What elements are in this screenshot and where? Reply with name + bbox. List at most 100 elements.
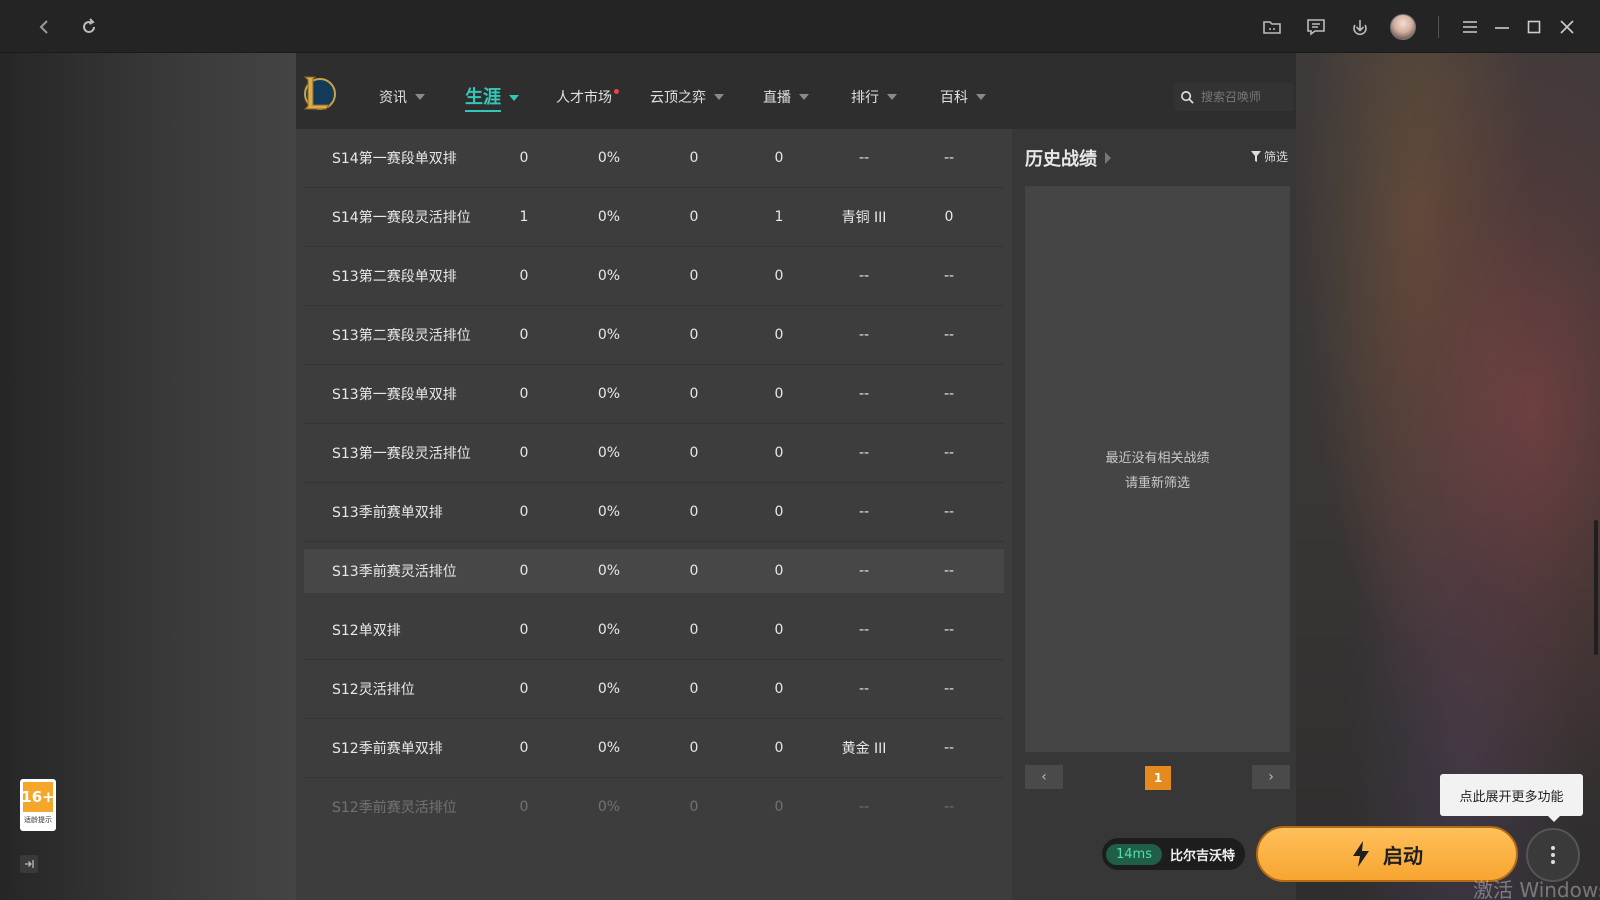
back-icon[interactable] [32,14,58,40]
stat-cell: 0 [519,799,529,815]
launch-label: 启动 [1383,843,1423,868]
refresh-icon[interactable] [76,14,102,40]
stat-cell: 1 [774,209,784,225]
nav-tft-label: 云顶之弈 [650,90,706,106]
filter-button[interactable]: 筛选 [1251,148,1288,165]
filter-icon [1251,151,1261,162]
avatar[interactable] [1390,14,1416,40]
stat-cell: 0 [689,681,699,697]
page-number-current[interactable]: 1 [1145,766,1171,790]
folder-icon[interactable] [1259,14,1285,40]
stat-cell: 0 [774,268,784,284]
stat-cell: 0 [519,150,529,166]
stat-cell: 0 [774,504,784,520]
lol-logo-icon[interactable] [299,73,337,113]
stat-cell: 0% [597,268,621,284]
rank-cell: 青铜 III [841,210,887,226]
more-dot [1551,860,1555,864]
scrollbar[interactable] [1594,520,1598,655]
stat-cell: 0 [519,445,529,461]
maximize-icon[interactable] [1521,14,1547,40]
table-row[interactable]: S13季前赛灵活排位 0 0% 0 0 -- -- [304,549,1004,593]
table-row[interactable]: S12单双排 0 0% 0 0 -- -- [304,601,1004,660]
stat-cell: 0 [774,622,784,638]
rank-cell: -- [858,562,870,579]
stat-cell: -- [943,386,955,402]
stat-cell: 0 [774,740,784,756]
stat-cell: 0 [519,504,529,520]
table-row[interactable]: S13第二赛段灵活排位 0 0% 0 0 -- -- [304,306,1004,365]
stat-cell: 0 [519,327,529,343]
chevron-right-icon [1105,152,1111,164]
table-row[interactable]: S12灵活排位 0 0% 0 0 -- -- [304,660,1004,719]
summoner-search[interactable] [1174,83,1294,111]
champion-art-background [1296,53,1600,900]
season-name: S13第一赛段灵活排位 [332,446,471,462]
minimize-icon[interactable] [1489,14,1515,40]
nav-ranking[interactable]: 排行 [851,87,897,107]
age-rating: 16+ [21,782,55,812]
stat-cell: 0 [689,268,699,284]
chevron-right-icon: › [1268,769,1274,785]
stat-cell: 0 [689,386,699,402]
stat-cell: 0 [519,562,529,579]
server-status[interactable]: 14ms 比尔吉沃特 [1102,838,1245,870]
prev-page-button[interactable]: ‹ [1025,765,1063,789]
rank-cell: -- [858,799,870,815]
close-icon[interactable] [1554,14,1580,40]
nav-career[interactable]: 生涯 [465,83,519,112]
download-icon[interactable] [1347,14,1373,40]
titlebar [0,0,1600,53]
message-icon[interactable] [1303,14,1329,40]
stat-cell: 0 [689,562,699,579]
stat-cell: 0 [519,622,529,638]
stat-cell: 0% [597,681,621,697]
nav-wiki[interactable]: 百科 [940,87,986,107]
season-name: S13第二赛段单双排 [332,269,457,285]
stat-cell: 0% [597,740,621,756]
chevron-down-icon [887,94,897,100]
menu-icon[interactable] [1457,14,1483,40]
nav-talent-market[interactable]: 人才市场 [556,87,619,107]
chevron-down-icon [509,94,519,101]
stat-cell: 0 [774,445,784,461]
match-history-title[interactable]: 历史战绩 [1025,145,1111,171]
nav-live[interactable]: 直播 [763,87,809,107]
season-name: S13第一赛段单双排 [332,387,457,403]
table-row[interactable]: S13第一赛段单双排 0 0% 0 0 -- -- [304,365,1004,424]
stat-cell: 0 [689,622,699,638]
chevron-down-icon [714,94,724,100]
table-row[interactable]: S12季前赛单双排 0 0% 0 0 黄金 III -- [304,719,1004,778]
season-name: S13第二赛段灵活排位 [332,328,471,344]
ping-value: 14ms [1106,843,1162,865]
table-row[interactable]: S14第一赛段灵活排位 1 0% 0 1 青铜 III 0 [304,188,1004,247]
stat-cell: 0 [774,799,784,815]
nav-news-label: 资讯 [379,90,407,106]
table-row[interactable]: S14第一赛段单双排 0 0% 0 0 -- -- [304,129,1004,188]
stat-cell: 1 [519,209,529,225]
table-row[interactable]: S12季前赛灵活排位 0 0% 0 0 -- -- [304,778,1004,837]
stat-cell: 0% [597,209,621,225]
table-row[interactable]: S13第二赛段单双排 0 0% 0 0 -- -- [304,247,1004,306]
nav-live-label: 直播 [763,90,791,106]
next-page-button[interactable]: › [1252,765,1290,789]
nav-news[interactable]: 资讯 [379,87,425,107]
rank-cell: -- [858,386,870,402]
nav-tft[interactable]: 云顶之弈 [650,87,724,107]
search-input[interactable] [1201,90,1291,104]
table-row[interactable]: S13季前赛单双排 0 0% 0 0 -- -- [304,483,1004,542]
age-rating-badge: 16+ 适龄提示 [20,779,56,831]
season-name: S13季前赛灵活排位 [332,563,457,580]
stat-cell: 0 [774,681,784,697]
stat-cell: 0% [597,562,621,579]
lightning-icon [1353,841,1369,867]
chevron-left-icon: ‹ [1041,769,1047,785]
match-history-title-label: 历史战绩 [1025,149,1097,170]
stat-cell: 0% [597,386,621,402]
notification-dot [614,88,619,94]
collapse-sidebar-button[interactable] [20,855,38,873]
rank-cell: -- [858,445,870,461]
rank-cell: -- [858,681,870,697]
rank-cell: 黄金 III [841,741,887,757]
table-row[interactable]: S13第一赛段灵活排位 0 0% 0 0 -- -- [304,424,1004,483]
